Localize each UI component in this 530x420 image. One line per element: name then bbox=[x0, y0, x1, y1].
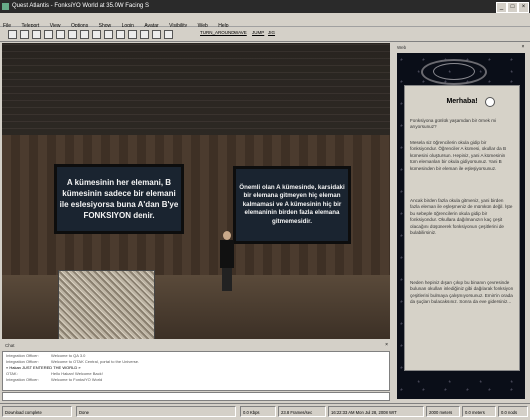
chat-title: Chat bbox=[5, 343, 15, 348]
stop-icon[interactable] bbox=[56, 30, 65, 39]
web-close-icon[interactable]: × bbox=[520, 44, 526, 50]
web-paragraph: Ancak birden fazla okula gitmeniz, yani … bbox=[410, 198, 513, 236]
status-bar: Download complete Done 0.0 Kbps 23.8 Fra… bbox=[0, 403, 530, 420]
info-sign-right[interactable]: Önemli olan A kümesinde, karsidaki bir e… bbox=[233, 166, 351, 244]
jump-link[interactable]: JUMP bbox=[252, 30, 264, 35]
status-meters: 2000 meters bbox=[426, 406, 460, 417]
web-panel: Web × Merhaba! Fonksiyona günlük yaşamda… bbox=[394, 43, 528, 401]
chat-log[interactable]: Integration Officer: Welcome to QA 3.0 In… bbox=[2, 351, 390, 391]
chat-speaker: Integration Officer: bbox=[6, 377, 39, 382]
chat-close-icon[interactable]: × bbox=[385, 341, 388, 350]
chat-speaker: Integration Officer: bbox=[6, 359, 39, 364]
chat-text: Welcome to OTAK Central, portal to the U… bbox=[51, 359, 140, 364]
logo-ring bbox=[433, 63, 475, 80]
web-content[interactable]: Merhaba! Fonksiyona günlük yaşamdan bir … bbox=[397, 53, 525, 399]
status-fps: 23.8 Frames/sec bbox=[278, 406, 326, 417]
chat-speaker: OTAK: bbox=[6, 371, 18, 376]
turn-around-link[interactable]: TURN_AROUND bbox=[200, 30, 235, 35]
ceiling-bricks bbox=[2, 43, 390, 135]
smiley-icon bbox=[485, 97, 495, 107]
player-avatar[interactable] bbox=[220, 231, 234, 291]
info-card: Merhaba! Fonksiyona günlük yaşamdan bir … bbox=[404, 85, 520, 371]
avatar-legs bbox=[222, 268, 232, 291]
sign-left-text: A kümesinin her elemani, B kümesinin sad… bbox=[59, 178, 179, 220]
toolbar: TURN_AROUND WAVE JUMP JIG bbox=[0, 27, 530, 42]
chat-input[interactable] bbox=[2, 392, 390, 401]
chat-line: OTAK: Hello Hakan! Welcome Back! bbox=[6, 371, 103, 376]
status-done: Done bbox=[76, 406, 236, 417]
status-nodes: 0.0 nods bbox=[498, 406, 528, 417]
title-bar: Quest Atlantis - FonksiYO World at 35.0W… bbox=[0, 0, 530, 13]
status-message: Download complete bbox=[2, 406, 72, 417]
home-icon[interactable] bbox=[32, 30, 41, 39]
chat-header: Chat × bbox=[2, 341, 390, 350]
chat-line: Integration Officer: Welcome to OTAK Cent… bbox=[6, 359, 139, 364]
settings-icon[interactable] bbox=[140, 30, 149, 39]
chat-line: Integration Officer: Welcome to QA 3.0 bbox=[6, 353, 85, 358]
chat-text: Welcome to QA 3.0 bbox=[51, 353, 86, 358]
help-icon[interactable] bbox=[164, 30, 173, 39]
web-panel-title: Web bbox=[397, 45, 407, 50]
jig-link[interactable]: JIG bbox=[268, 30, 275, 35]
status-kbps: 0.0 Kbps bbox=[240, 406, 276, 417]
refresh-icon[interactable] bbox=[44, 30, 53, 39]
camera-icon[interactable] bbox=[92, 30, 101, 39]
stone-block[interactable] bbox=[58, 270, 155, 339]
3d-viewport[interactable]: A kümesinin her elemani, B kümesinin sad… bbox=[2, 43, 390, 339]
info-sign-left[interactable]: A kümesinin her elemani, B kümesinin sad… bbox=[54, 164, 184, 234]
chat-text: « Hakan JUST ENTERED THE WORLD » bbox=[6, 365, 81, 370]
web-paragraph: Mesela siz öğrencilerin okula gidip bir … bbox=[410, 140, 507, 171]
chat-line: « Hakan JUST ENTERED THE WORLD » bbox=[6, 365, 81, 370]
web-paragraph: Fonksiyona günlük yaşamdan bir örnek mi … bbox=[410, 118, 497, 130]
map-icon[interactable] bbox=[128, 30, 137, 39]
back-icon[interactable] bbox=[8, 30, 17, 39]
sign-right-text: Önemli olan A kümesinde, karsidaki bir e… bbox=[239, 183, 345, 225]
status-time: 16:22:33 AM Mon Jul 28, 2008 WIT bbox=[328, 406, 424, 417]
teleport-icon[interactable] bbox=[116, 30, 125, 39]
close-icon[interactable]: × bbox=[518, 2, 529, 13]
pen-icon[interactable] bbox=[152, 30, 161, 39]
fly-icon[interactable] bbox=[68, 30, 77, 39]
minimize-icon[interactable]: _ bbox=[496, 2, 507, 13]
menu-bar: File Teleport View Options Show Login Av… bbox=[0, 14, 530, 29]
avatar-body bbox=[220, 240, 234, 268]
status-kmeters: 0.0 meters bbox=[462, 406, 496, 417]
app-icon bbox=[2, 3, 9, 10]
chat-text: Hello Hakan! Welcome Back! bbox=[51, 371, 103, 376]
chat-line: Integration Officer: Welcome to FonksiYO … bbox=[6, 377, 102, 382]
greeting-heading: Merhaba! bbox=[446, 98, 478, 105]
view-icon[interactable] bbox=[104, 30, 113, 39]
logo-icon bbox=[421, 59, 487, 85]
chat-text: Welcome to FonksiYO World bbox=[51, 377, 103, 382]
avatar-head bbox=[223, 231, 231, 240]
app-window: Quest Atlantis - FonksiYO World at 35.0W… bbox=[0, 0, 530, 420]
forward-icon[interactable] bbox=[20, 30, 29, 39]
walk-icon[interactable] bbox=[80, 30, 89, 39]
wave-link[interactable]: WAVE bbox=[234, 30, 247, 35]
web-paragraph: Neden hepiniz dışarı çıkıp bu binanın çe… bbox=[410, 280, 514, 305]
maximize-icon[interactable]: □ bbox=[507, 2, 518, 13]
chat-speaker: Integration Officer: bbox=[6, 353, 39, 358]
window-title: Quest Atlantis - FonksiYO World at 35.0W… bbox=[12, 3, 149, 9]
